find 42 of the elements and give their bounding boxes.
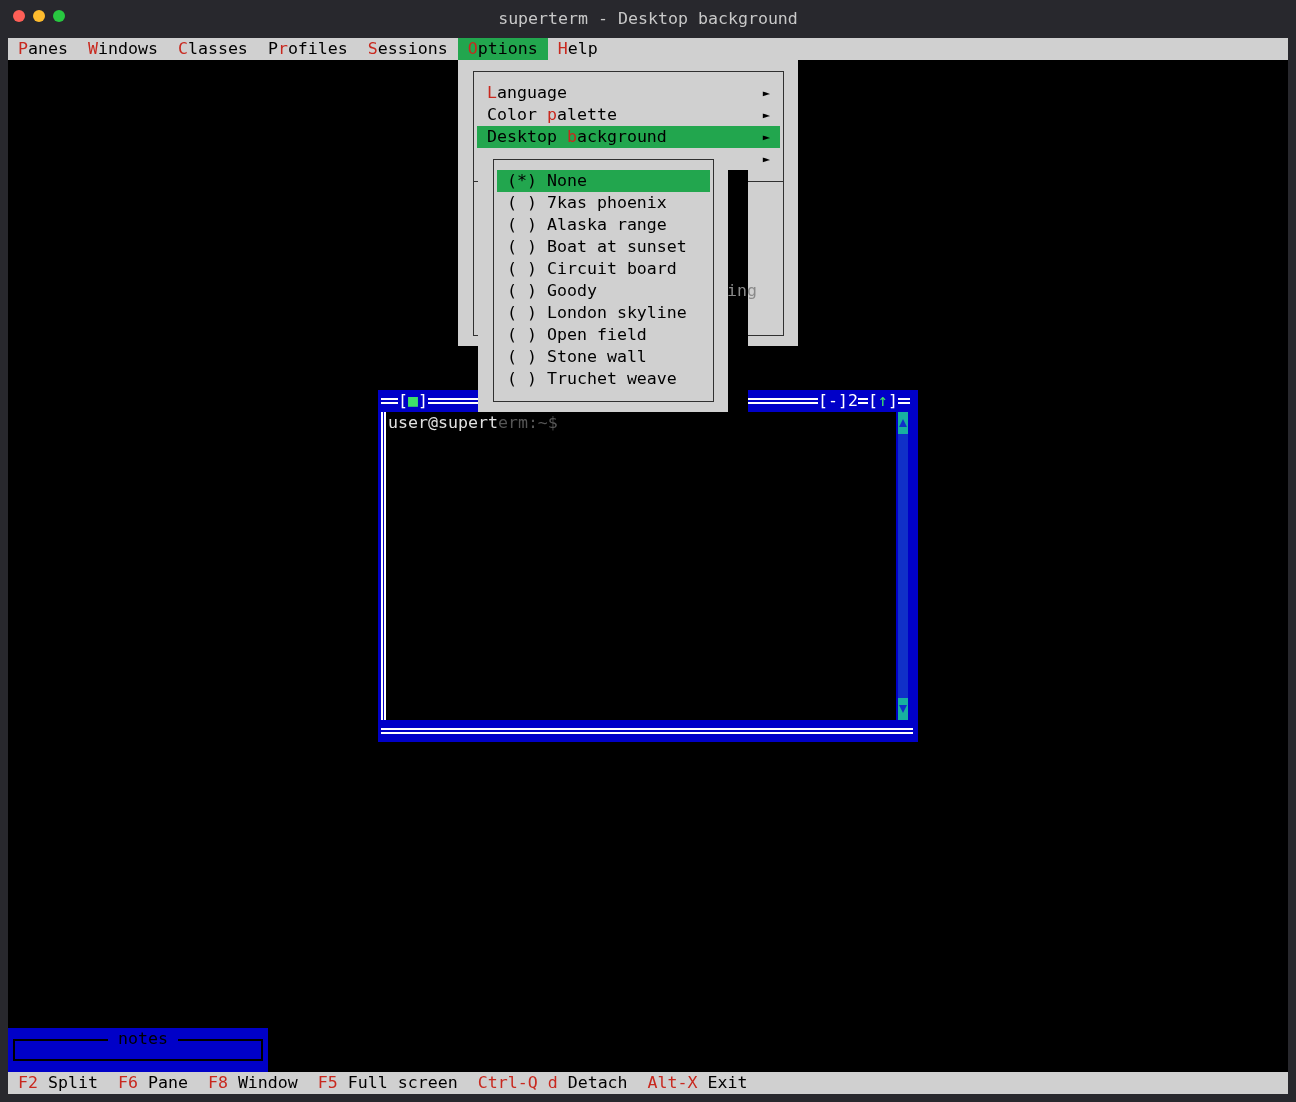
double-border-line [898,398,910,404]
radio-menu-item[interactable]: ( ) Circuit board [497,258,710,280]
radio-menu-item[interactable]: ( ) 7kas phoenix [497,192,710,214]
maximize-button[interactable]: [↑] [868,390,898,412]
submenu-arrow: ► [762,107,770,124]
window-number: 2 [848,390,858,412]
radio-menu-item[interactable]: ( ) Boat at sunset [497,236,710,258]
options-menu-item[interactable]: Desktop background ► [477,126,780,148]
shortcut-hint[interactable]: F2 Split [8,1072,108,1094]
options-menu-item[interactable]: Color palette ► [477,104,780,126]
options-menu-item[interactable]: Language ► [477,82,780,104]
window-title: superterm - Desktop background [498,8,798,30]
scroll-down-icon[interactable] [898,698,909,720]
close-button[interactable]: [■] [398,390,428,412]
radio-menu-item[interactable]: ( ) Alaska range [497,214,710,236]
submenu-arrow: ► [762,129,770,146]
minimize-button[interactable]: [-] [818,390,848,412]
radio-menu-item[interactable]: ( ) Stone wall [497,346,710,368]
radio-menu-item[interactable]: (*) None [497,170,710,192]
double-border-line [381,398,398,404]
menu-item[interactable]: Options [457,38,548,60]
radio-menu-item[interactable]: ( ) Goody [497,280,710,302]
radio-menu-item[interactable]: ( ) Truchet weave [497,368,710,390]
scrollbar[interactable] [898,412,909,720]
shortcut-hint[interactable]: F5 Full screen [307,1072,468,1094]
shortcut-hint[interactable]: Ctrl-Q d Detach [467,1072,638,1094]
menu-item[interactable]: Help [547,38,608,60]
radio-menu-item[interactable]: ( ) London skyline [497,302,710,324]
menu-item[interactable]: Sessions [357,38,458,60]
submenu-arrow: ► [762,85,770,102]
shortcut-hint[interactable]: Alt-X Exit [637,1072,758,1094]
menu-item[interactable]: Profiles [257,38,358,60]
menu-item[interactable]: Windows [77,38,168,60]
menu-item[interactable]: Classes [167,38,258,60]
shell-prompt: user@superterm:~$ [388,413,558,432]
double-border-line [858,398,868,404]
scroll-up-icon[interactable] [898,412,909,434]
shortcut-hint[interactable]: F8 Window [197,1072,308,1094]
shortcut-hint[interactable]: F6 Pane [107,1072,198,1094]
radio-menu-item[interactable]: ( ) Open field [497,324,710,346]
menu-item[interactable]: Panes [8,38,78,60]
submenu-arrow: ► [762,151,770,168]
